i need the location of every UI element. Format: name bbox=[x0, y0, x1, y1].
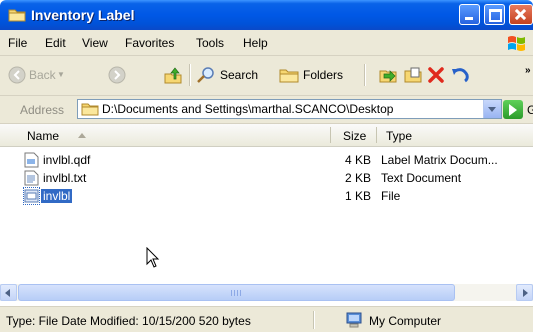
column-headers: Name Size Type bbox=[0, 124, 533, 147]
menu-help[interactable]: Help bbox=[243, 36, 268, 50]
move-to-button[interactable] bbox=[378, 64, 398, 86]
undo-button[interactable] bbox=[451, 64, 471, 86]
go-button[interactable]: Go bbox=[527, 103, 533, 117]
file-type: Text Document bbox=[381, 171, 462, 185]
address-path: D:\Documents and Settings\marthal.SCANCO… bbox=[102, 102, 394, 116]
text-document-icon bbox=[24, 170, 39, 186]
back-arrow-icon bbox=[8, 66, 26, 84]
my-computer-icon bbox=[346, 312, 362, 328]
back-dropdown-icon[interactable]: ▼ bbox=[57, 70, 65, 79]
forward-button[interactable] bbox=[108, 64, 138, 86]
go-arrow-icon[interactable] bbox=[503, 100, 523, 119]
delete-button[interactable] bbox=[428, 64, 446, 86]
close-button[interactable] bbox=[509, 4, 533, 25]
search-label: Search bbox=[220, 68, 259, 82]
scrollbar-grip-icon bbox=[231, 290, 243, 296]
file-row-selected[interactable]: invlbl 1 KB File bbox=[0, 187, 533, 205]
file-name: invlbl.txt bbox=[43, 171, 87, 185]
menu-view[interactable]: View bbox=[82, 36, 108, 50]
label-matrix-doc-icon bbox=[24, 152, 39, 168]
scrollbar-thumb[interactable] bbox=[18, 284, 455, 301]
column-header-size[interactable]: Size bbox=[343, 129, 366, 143]
search-button[interactable]: Search bbox=[196, 64, 276, 86]
address-bar: Address D:\Documents and Settings\martha… bbox=[0, 96, 533, 124]
file-size: 1 KB bbox=[344, 189, 371, 203]
maximize-button[interactable] bbox=[484, 4, 505, 25]
address-dropdown-button[interactable] bbox=[483, 100, 501, 118]
minimize-button[interactable] bbox=[459, 4, 480, 25]
toolbar-separator bbox=[364, 64, 366, 86]
standard-toolbar: Back ▼ Search Folders » bbox=[0, 56, 533, 96]
menu-edit[interactable]: Edit bbox=[45, 36, 66, 50]
status-divider bbox=[313, 311, 315, 329]
status-location: My Computer bbox=[369, 314, 442, 328]
toolbar-separator bbox=[189, 64, 191, 86]
up-folder-button[interactable] bbox=[163, 64, 185, 86]
file-row[interactable]: invlbl.txt 2 KB Text Document bbox=[0, 169, 533, 187]
window-title: Inventory Label bbox=[31, 7, 135, 23]
folders-button[interactable]: Folders bbox=[279, 64, 359, 86]
column-divider[interactable] bbox=[330, 127, 331, 143]
menu-tools[interactable]: Tools bbox=[196, 36, 224, 50]
back-button[interactable]: Back ▼ bbox=[8, 64, 70, 86]
column-divider[interactable] bbox=[376, 127, 377, 143]
address-label: Address bbox=[20, 103, 65, 117]
up-folder-icon bbox=[164, 67, 182, 84]
back-label: Back bbox=[29, 68, 56, 82]
status-bar: Type: File Date Modified: 10/15/200 520 … bbox=[0, 306, 533, 332]
title-bar[interactable]: Inventory Label bbox=[0, 0, 533, 30]
folder-icon bbox=[81, 103, 99, 116]
forward-arrow-icon bbox=[108, 66, 126, 84]
column-header-type[interactable]: Type bbox=[386, 129, 412, 143]
move-to-icon bbox=[379, 70, 397, 83]
status-details: Type: File Date Modified: 10/15/200 520 … bbox=[6, 314, 251, 328]
windows-logo-icon bbox=[508, 36, 525, 51]
file-name: invlbl bbox=[41, 189, 73, 203]
horizontal-scrollbar[interactable] bbox=[0, 284, 533, 301]
file-size: 4 KB bbox=[344, 153, 371, 167]
file-row[interactable]: invlbl.qdf 4 KB Label Matrix Docum... bbox=[0, 151, 533, 169]
folder-icon bbox=[8, 9, 26, 22]
file-name: invlbl.qdf bbox=[43, 153, 91, 167]
sort-ascending-icon bbox=[78, 133, 86, 138]
folders-icon bbox=[279, 69, 299, 83]
mouse-cursor-icon bbox=[146, 247, 160, 268]
explorer-window: Inventory Label File Edit View Favorites… bbox=[0, 0, 533, 332]
file-list[interactable]: Name Size Type invlbl.qdf 4 KB Label Mat… bbox=[0, 124, 533, 288]
menu-favorites[interactable]: Favorites bbox=[125, 36, 174, 50]
scroll-left-button[interactable] bbox=[0, 284, 17, 301]
folders-label: Folders bbox=[303, 68, 344, 82]
address-input[interactable]: D:\Documents and Settings\marthal.SCANCO… bbox=[77, 99, 502, 119]
file-type: Label Matrix Docum... bbox=[381, 153, 498, 167]
delete-icon bbox=[428, 67, 444, 83]
copy-to-button[interactable] bbox=[403, 64, 423, 86]
search-icon bbox=[197, 67, 214, 83]
scroll-right-button[interactable] bbox=[516, 284, 533, 301]
copy-to-icon bbox=[404, 67, 422, 83]
menu-file[interactable]: File bbox=[8, 36, 27, 50]
generic-file-icon bbox=[23, 187, 40, 205]
menu-bar: File Edit View Favorites Tools Help bbox=[0, 30, 533, 56]
undo-icon bbox=[452, 68, 469, 83]
file-type: File bbox=[381, 189, 401, 203]
toolbar-overflow-icon[interactable]: » bbox=[525, 65, 531, 76]
file-size: 2 KB bbox=[344, 171, 371, 185]
column-header-name[interactable]: Name bbox=[27, 129, 59, 143]
